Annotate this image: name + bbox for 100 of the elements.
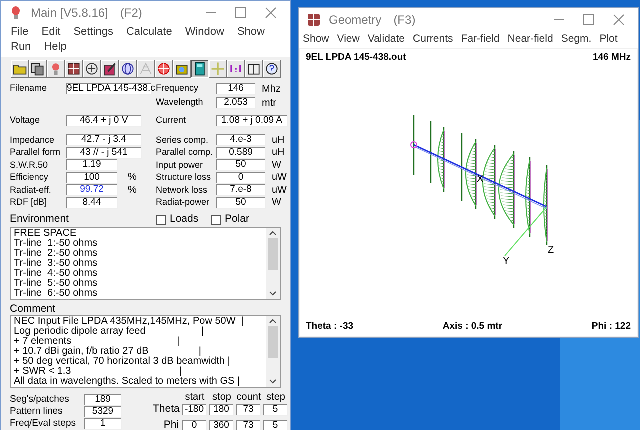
unit-label: uW xyxy=(272,184,287,198)
column-header: count xyxy=(236,391,262,402)
value-field: 73 xyxy=(236,404,261,416)
field-label: Wavelength xyxy=(156,96,204,110)
field-label: Series comp. xyxy=(156,134,210,147)
status-text: Axis : 0.5 mtr xyxy=(442,320,503,334)
menu-item[interactable]: Calculate xyxy=(124,25,174,40)
column-header: step xyxy=(266,391,286,402)
comment-line: Log periodic dipole array feed | xyxy=(14,327,205,337)
menu-item[interactable]: Show xyxy=(303,32,330,48)
value-field: 360 xyxy=(209,420,234,430)
menu-item[interactable]: Run xyxy=(9,40,34,55)
value-field: 1 xyxy=(84,418,122,430)
checkbox[interactable] xyxy=(156,214,166,224)
scroll-up-icon[interactable] xyxy=(269,230,277,236)
unit-label: uH xyxy=(272,146,285,160)
unit-label: mtr xyxy=(262,96,276,110)
window-shortcut: (F3) xyxy=(394,12,416,29)
value-field: 189 xyxy=(84,394,122,406)
comment-line: + 50 deg vertical, 70 horizontal 3 dB beamwidth | xyxy=(14,357,232,367)
field-label: Seg's/patches xyxy=(10,392,70,407)
checkbox-label: Loads xyxy=(170,212,199,227)
value-field: 0 xyxy=(182,420,207,430)
unit-label: W xyxy=(272,196,282,210)
value-field: 1.19 xyxy=(66,159,118,172)
scroll-up-icon[interactable] xyxy=(269,318,277,324)
menu-item[interactable]: Far-field xyxy=(461,32,500,48)
menu-item[interactable]: Near-field xyxy=(508,32,554,48)
field-label: Parallel comp. xyxy=(156,146,214,159)
value-field: 4.e-3 xyxy=(216,134,266,146)
column-header: start xyxy=(184,391,206,402)
list-line: Tr-line 4:-50 ohms xyxy=(14,269,99,279)
value-field: 50 xyxy=(216,196,266,209)
field-label: Pattern lines xyxy=(10,404,64,419)
help-icon xyxy=(264,61,280,77)
menu-item[interactable]: Segm. xyxy=(561,32,592,48)
scroll-down-icon[interactable] xyxy=(269,379,277,385)
scrollbar-thumb[interactable] xyxy=(268,238,278,270)
value-field: 100 xyxy=(66,172,118,184)
value-field: 5 xyxy=(263,420,288,430)
axis-label: X xyxy=(477,174,484,185)
bulb-icon xyxy=(9,6,23,20)
checkbox-label: Polar xyxy=(225,212,250,227)
unit-label: % xyxy=(128,171,137,186)
value-field: 46.4 + j 0 V xyxy=(66,115,142,127)
field-label: Frequency xyxy=(156,82,200,96)
menu-item[interactable]: View xyxy=(337,32,360,48)
scrollbar-thumb[interactable] xyxy=(268,326,278,358)
menu-item[interactable]: Currents xyxy=(413,32,454,48)
value-field: 43 // - j 541 xyxy=(66,146,142,159)
comment-line: All data in wavelengths. Scaled to meters with GS | xyxy=(14,377,242,387)
pattern-icon xyxy=(84,61,100,77)
axis-label: Z xyxy=(548,245,554,256)
status-text: Phi : 122 xyxy=(592,320,631,334)
field-label: Filename xyxy=(10,82,48,96)
section-label: Comment xyxy=(9,302,57,314)
column-header: stop xyxy=(212,391,232,402)
field-label: Network loss xyxy=(156,184,209,196)
value-field: 1.08 + j 0.09 A xyxy=(216,115,288,127)
field-label: Current xyxy=(156,114,188,128)
field-label: S.W.R.50 xyxy=(10,158,50,172)
menu-item[interactable]: Plot xyxy=(600,32,618,48)
unit-label: uW xyxy=(272,171,287,186)
value-field: 50 xyxy=(216,159,266,172)
field-label: Radiat-eff. xyxy=(10,184,52,196)
list-line: Tr-line 1:-50 ohms xyxy=(14,239,99,249)
scrollbar[interactable] xyxy=(266,228,280,299)
menu-item[interactable]: Validate xyxy=(368,32,406,48)
menu-item[interactable]: File xyxy=(9,25,31,40)
field-label: Efficiency xyxy=(10,171,50,184)
field-label: Input power xyxy=(156,158,204,172)
menu-item[interactable]: Show xyxy=(235,25,267,40)
menu-item[interactable]: Window xyxy=(183,25,226,40)
edit-icon xyxy=(102,61,118,77)
list-line: FREE SPACE xyxy=(14,229,77,239)
calculator-icon xyxy=(192,61,208,77)
value-field: -180 xyxy=(182,404,207,416)
value-field: 99.72 xyxy=(66,184,118,196)
field-label: Structure loss xyxy=(156,171,212,184)
field-label: Impedance xyxy=(10,134,56,147)
scrollbar[interactable] xyxy=(266,316,280,387)
scroll-down-icon[interactable] xyxy=(269,291,277,297)
field-label: Parallel form xyxy=(10,146,62,159)
value-field: 5329 xyxy=(84,406,122,418)
globe-icon xyxy=(120,61,136,77)
menu-item[interactable]: Edit xyxy=(40,25,63,40)
menu-item[interactable]: Help xyxy=(42,40,69,55)
book-icon xyxy=(246,61,262,77)
menu-item[interactable]: Settings xyxy=(72,25,116,40)
axis-label: Y xyxy=(503,256,510,267)
comment-line: + SWR < 1.3 | xyxy=(14,367,184,377)
toolbar-button[interactable] xyxy=(191,60,209,78)
list-line: Tr-line 6:-50 ohms xyxy=(14,289,99,299)
field-label: Freq/Eval steps xyxy=(10,416,77,430)
checkbox[interactable] xyxy=(211,214,221,224)
list-line: Tr-line 3:-50 ohms xyxy=(14,259,99,269)
copy-icon xyxy=(30,61,46,77)
value-field: 0 xyxy=(216,172,266,184)
field-label: RDF [dB] xyxy=(10,196,48,209)
status-text: Theta : -33 xyxy=(306,320,354,334)
